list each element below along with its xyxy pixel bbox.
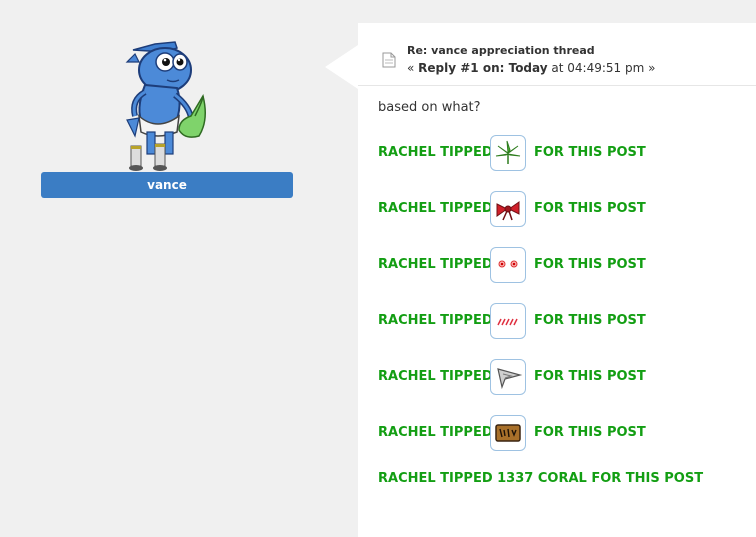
red-eyes-icon[interactable] [490, 247, 526, 283]
forum-post: Re: vance appreciation thread « Reply #1… [358, 23, 756, 537]
meta-prefix: « [407, 61, 415, 75]
tip-suffix: FOR THIS POST [534, 201, 646, 216]
post-body: based on what? [378, 100, 481, 115]
tip-row: RACHEL TIPPED FOR THIS POST [378, 359, 748, 397]
post-bubble-arrow [325, 45, 358, 89]
tip-row: RACHEL TIPPED FOR THIS POST [378, 135, 748, 173]
red-bow-icon[interactable] [490, 191, 526, 227]
tip-row: RACHEL TIPPED FOR THIS POST [378, 303, 748, 341]
post-title-link[interactable]: Re: vance appreciation thread [407, 44, 595, 57]
tip-prefix: RACHEL TIPPED [378, 145, 493, 160]
coral-tip-text: RACHEL TIPPED 1337 CORAL FOR THIS POST [378, 471, 704, 486]
cannabis-leaf-icon[interactable] [490, 135, 526, 171]
reply-number-link[interactable]: Reply #1 on: Today [418, 61, 547, 75]
tip-row: RACHEL TIPPED FOR THIS POST [378, 415, 748, 453]
tip-suffix: FOR THIS POST [534, 425, 646, 440]
tip-prefix: RACHEL TIPPED [378, 257, 493, 272]
post-time: at 04:49:51 pm [551, 61, 645, 75]
gray-pennant-icon[interactable] [490, 359, 526, 395]
username-badge[interactable]: vance [41, 172, 293, 198]
post-header: Re: vance appreciation thread « Reply #1… [358, 40, 756, 86]
blue-fish-avatar-icon [125, 41, 206, 171]
tip-prefix: RACHEL TIPPED [378, 201, 493, 216]
tip-suffix: FOR THIS POST [534, 257, 646, 272]
brown-sign-icon[interactable] [490, 415, 526, 451]
tip-prefix: RACHEL TIPPED [378, 369, 493, 384]
tip-suffix: FOR THIS POST [534, 145, 646, 160]
tip-suffix: FOR THIS POST [534, 369, 646, 384]
red-slashes-icon[interactable] [490, 303, 526, 339]
meta-suffix: » [648, 61, 656, 75]
tip-prefix: RACHEL TIPPED [378, 313, 493, 328]
tip-row: RACHEL TIPPED FOR THIS POST [378, 191, 748, 229]
tip-row: RACHEL TIPPED FOR THIS POST [378, 247, 748, 285]
tip-suffix: FOR THIS POST [534, 313, 646, 328]
document-icon [382, 52, 396, 68]
user-avatar[interactable] [105, 40, 215, 175]
post-meta: « Reply #1 on: Today at 04:49:51 pm » [407, 61, 655, 75]
tip-prefix: RACHEL TIPPED [378, 425, 493, 440]
